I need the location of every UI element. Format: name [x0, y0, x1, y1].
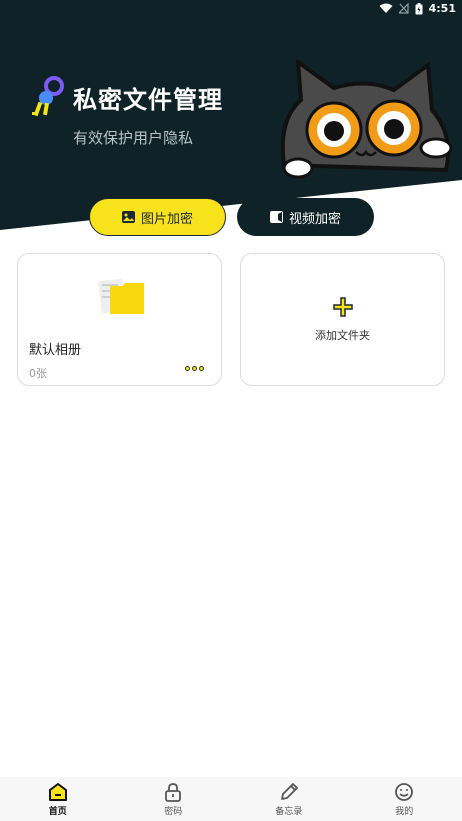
add-folder-label: 添加文件夹 [315, 328, 370, 342]
cat-mascot-illustration [280, 60, 453, 179]
app-subtitle: 有效保护用户隐私 [73, 129, 194, 147]
home-icon [48, 782, 67, 801]
more-options-icon[interactable] [185, 366, 204, 371]
nav-label-memo: 备忘录 [275, 806, 303, 817]
nav-label-home: 首页 [48, 806, 67, 817]
nav-item-memo[interactable]: 备忘录 [231, 777, 347, 821]
nav-item-profile[interactable]: 我的 [347, 777, 462, 821]
video-icon [269, 211, 283, 223]
tab-video-label: 视频加密 [288, 211, 341, 227]
wifi-icon [379, 3, 393, 13]
plus-icon [332, 296, 353, 317]
nav-label-password: 密码 [164, 806, 183, 817]
tab-photo-label: 图片加密 [140, 211, 193, 227]
album-count: 0张 [29, 367, 47, 380]
tab-photo-encrypt[interactable]: 图片加密 [89, 198, 226, 236]
album-name: 默认相册 [29, 343, 82, 358]
tab-video-encrypt[interactable]: 视频加密 [237, 198, 374, 236]
app-title: 私密文件管理 [73, 86, 223, 114]
lock-icon [165, 782, 182, 802]
nav-label-profile: 我的 [395, 806, 414, 817]
nav-item-password[interactable]: 密码 [116, 777, 232, 821]
keys-icon [32, 76, 64, 117]
nav-item-home[interactable]: 首页 [0, 777, 116, 821]
battery-icon [415, 2, 423, 14]
image-icon [121, 211, 135, 223]
smiley-icon [395, 782, 414, 801]
album-card-default[interactable]: 默认相册 0张 [17, 253, 222, 386]
status-time: 4:51 [428, 2, 456, 15]
bottom-navigation: 首页 密码 备忘录 我的 [0, 777, 462, 821]
signal-off-icon [398, 3, 409, 14]
status-bar: 4:51 [0, 0, 462, 18]
folder-icon [98, 278, 144, 314]
pencil-icon [280, 782, 298, 800]
header-banner: 4:51 私密文件管理 有效保护用户隐私 [0, 0, 462, 232]
add-folder-card[interactable]: 添加文件夹 [240, 253, 445, 386]
